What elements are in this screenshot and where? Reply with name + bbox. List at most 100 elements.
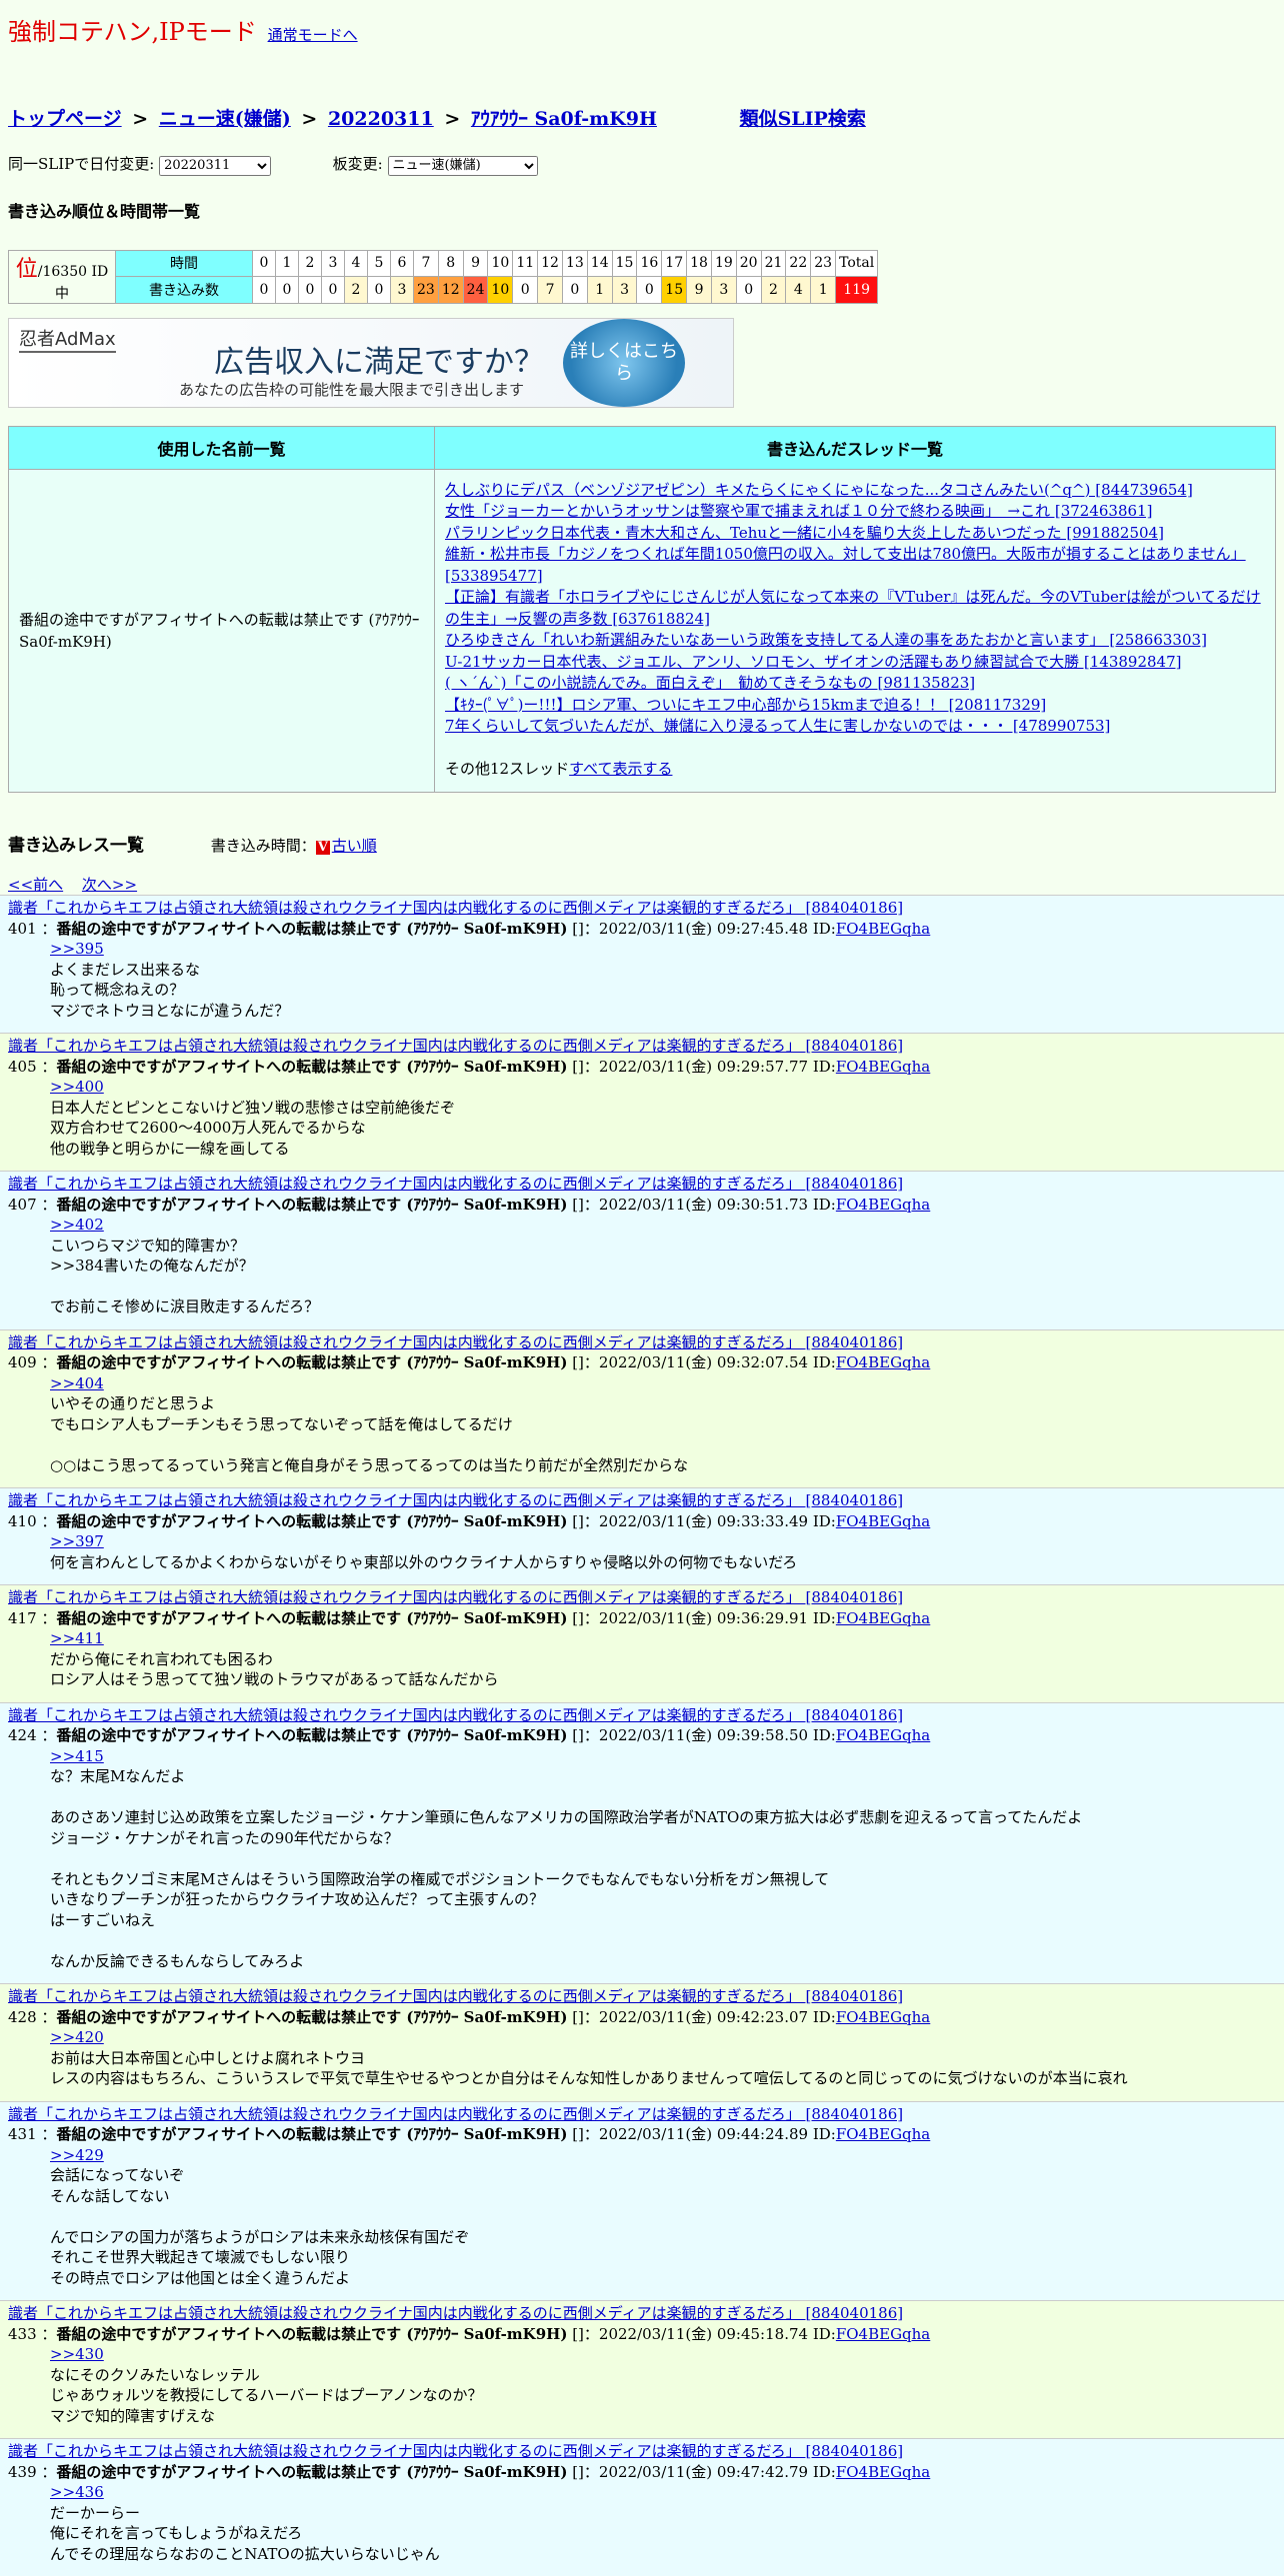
thread-link[interactable]: ( ヽ´ん`)「この小説読んでみ。面白えぞ」 勧めてきそうなもの [981135… xyxy=(445,673,1265,695)
board-select[interactable]: ニュー速(嫌儲) xyxy=(387,155,538,176)
post-line xyxy=(50,1434,1276,1455)
ranking-heading: 書き込み順位＆時間帯一覧 xyxy=(8,201,201,221)
reply-anchor-link[interactable]: >>404 xyxy=(50,1373,1276,1394)
rank-kanji: 位 xyxy=(15,256,38,282)
post-thread-link[interactable]: 識者「これからキエフは占領され大統領は殺されウクライナ国内は内戦化するのに西側メ… xyxy=(8,1706,903,1724)
hour-cell: 9 xyxy=(462,249,489,277)
thread-link[interactable]: ひろゆきさん「れいわ新選組みたいなあーいう政策を支持してる人達の事をあたおかと言… xyxy=(445,630,1265,652)
post-author: 番組の途中ですがアフィサイトへの転載は禁止です (ｱｳｱｳｳｰ Sa0f-mK9… xyxy=(56,1511,568,1530)
post-time-label: 書き込み時間： xyxy=(210,837,316,855)
post-meta: 407 ：番組の途中ですがアフィサイトへの転載は禁止です (ｱｳｱｳｳｰ Sa0… xyxy=(8,1195,931,1214)
post-thread-link[interactable]: 識者「これからキエフは占領され大統領は殺されウクライナ国内は内戦化するのに西側メ… xyxy=(8,1175,903,1193)
post-id-link[interactable]: FO4BEGqha xyxy=(836,2125,930,2143)
post-meta: 431 ：番組の途中ですがアフィサイトへの転載は禁止です (ｱｳｱｳｳｰ Sa0… xyxy=(8,2125,931,2143)
post-thread-link[interactable]: 識者「これからキエフは占領され大統領は殺されウクライナ国内は内戦化するのに西側メ… xyxy=(8,1588,903,1606)
reply-anchor-link[interactable]: >>415 xyxy=(50,1746,1276,1767)
count-cell: 3 xyxy=(611,276,638,304)
post-line: 他の戦争と明らかに一線を画してる xyxy=(50,1139,290,1158)
post-author: 番組の途中ですがアフィサイトへの転載は禁止です (ｱｳｱｳｳｰ Sa0f-mK9… xyxy=(56,919,568,938)
count-cell: 3 xyxy=(390,276,414,304)
normal-mode-link[interactable]: 通常モードへ xyxy=(268,26,358,44)
post-id-link[interactable]: FO4BEGqha xyxy=(836,2325,930,2343)
reply-anchor-link[interactable]: >>436 xyxy=(50,2482,1276,2503)
breadcrumb-board[interactable]: ニュー速(嫌儲) xyxy=(159,108,291,130)
breadcrumb-date[interactable]: 20220311 xyxy=(328,108,434,130)
post-line: それこそ世界大戦起きて壊滅でもしない限り xyxy=(50,2248,351,2266)
post-line: それともクソゴミ末尾Mさんはそういう国際政治学の権威でポジショントークでもなんで… xyxy=(50,1869,830,1888)
post-thread-link[interactable]: 識者「これからキエフは占領され大統領は殺されウクライナ国内は内戦化するのに西側メ… xyxy=(8,2105,903,2123)
post-body: >>400 日本人だとピンとこないけど独ソ戦の悲惨さは空前絶後だぞ 双方合わせて26… xyxy=(8,1077,1276,1159)
post-line: なんか反論できるもんならしてみろよ xyxy=(50,1951,305,1970)
thread-link[interactable]: U-21サッカー日本代表、ジョエル、アンリ、ソロモン、ザイオンの活躍もあり練習試… xyxy=(445,652,1265,674)
post-thread-link[interactable]: 識者「これからキエフは占領され大統領は殺されウクライナ国内は内戦化するのに西側メ… xyxy=(8,1333,903,1351)
breadcrumb-sep: > xyxy=(444,108,461,130)
post: 識者「これからキエフは占領され大統領は殺されウクライナ国内は内戦化するのに西側メ… xyxy=(0,2300,1284,2438)
ad-logo: 忍者AdMax xyxy=(19,325,116,353)
post-author: 番組の途中ですがアフィサイトへの転載は禁止です (ｱｳｱｳｳｰ Sa0f-mK9… xyxy=(56,2462,568,2481)
reply-anchor-link[interactable]: >>411 xyxy=(50,1628,1276,1649)
prev-page-link[interactable]: <<前へ xyxy=(8,876,63,894)
post-id-link[interactable]: FO4BEGqha xyxy=(836,1353,930,1371)
thread-link[interactable]: 【ｷﾀｰ(ﾟ∀ﾟ)ー!!!】ロシア軍、ついにキエフ中心部から15kmまで迫る！！… xyxy=(445,695,1265,717)
post-thread-link[interactable]: 識者「これからキエフは占領され大統領は殺されウクライナ国内は内戦化するのに西側メ… xyxy=(8,1987,903,2005)
hour-cell: 13 xyxy=(561,249,588,277)
post-body: >>397 何を言わんとしてるかよくわからないがそりゃ東部以外のウクライナ人からす… xyxy=(8,1531,1276,1572)
count-cell: 0 xyxy=(275,276,299,304)
show-all-threads-link[interactable]: すべて表示する xyxy=(569,760,672,778)
post-thread-link[interactable]: 識者「これからキエフは占領され大統領は殺されウクライナ国内は内戦化するのに西側メ… xyxy=(8,899,903,917)
next-page-link[interactable]: 次へ>> xyxy=(82,876,137,894)
post-id-link[interactable]: FO4BEGqha xyxy=(836,2463,930,2481)
ad-banner[interactable]: 忍者AdMax 広告収入に満足ですか？ あなたの広告枠の可能性を最大限まで引き出… xyxy=(8,317,734,408)
post-date: []：2022/03/11(金) 09:27:45.48 ID: xyxy=(572,919,836,938)
post-id-link[interactable]: FO4BEGqha xyxy=(836,1609,930,1627)
reply-anchor-link[interactable]: >>430 xyxy=(50,2344,1276,2365)
post-thread-link[interactable]: 識者「これからキエフは占領され大統領は殺されウクライナ国内は内戦化するのに西側メ… xyxy=(8,1491,903,1509)
page-header: 強制コテハン,IPモード 通常モードへ xyxy=(0,0,1284,52)
post-thread-link[interactable]: 識者「これからキエフは占領され大統領は殺されウクライナ国内は内戦化するのに西側メ… xyxy=(8,2442,903,2460)
thread-link[interactable]: 7年くらいして気づいたんだが、嫌儲に入り浸るって人生に害しかないのでは・・・ [… xyxy=(445,716,1265,738)
post: 識者「これからキエフは占領され大統領は殺されウクライナ国内は内戦化するのに西側メ… xyxy=(0,1171,1284,1329)
post-meta: 424 ：番組の途中ですがアフィサイトへの転載は禁止です (ｱｳｱｳｳｰ Sa0… xyxy=(8,1726,931,1744)
reply-anchor-link[interactable]: >>395 xyxy=(50,939,1276,960)
reply-anchor-link[interactable]: >>397 xyxy=(50,1531,1276,1552)
post-line: マジでネトウヨとなにが違うんだ？ xyxy=(50,1001,290,1020)
post-thread-link[interactable]: 識者「これからキエフは占領され大統領は殺されウクライナ国内は内戦化するのに西側メ… xyxy=(8,1037,903,1055)
post-id-link[interactable]: FO4BEGqha xyxy=(836,2008,930,2026)
post-thread-link[interactable]: 識者「これからキエフは占領され大統領は殺されウクライナ国内は内戦化するのに西側メ… xyxy=(8,2304,903,2322)
post-id-link[interactable]: FO4BEGqha xyxy=(836,920,930,938)
thread-link[interactable]: 維新・松井市長「カジノをつくれば年間1050億円の収入。対して支出は780億円。… xyxy=(445,544,1265,587)
thread-link[interactable]: 女性「ジョーカーとかいうオッサンは警察や軍で捕まえれば１０分で終わる映画」 →こ… xyxy=(445,501,1265,523)
post-id-link[interactable]: FO4BEGqha xyxy=(836,1726,930,1744)
post-id-link[interactable]: FO4BEGqha xyxy=(836,1512,930,1530)
date-select[interactable]: 20220311 xyxy=(159,155,272,176)
post-line: お前は大日本帝国と心中しとけよ腐れネトウヨ xyxy=(50,2048,366,2067)
thread-link[interactable]: 【正論】有識者「ホロライブやにじさんじが人気になって本来の『VTuber』は死ん… xyxy=(445,587,1265,630)
post-line: だから俺にそれ言われても困るわ xyxy=(50,1649,273,1668)
post-line: こいつらマジで知的障害か？ xyxy=(50,1236,246,1255)
ad-details-button[interactable]: 詳しくはこちら xyxy=(563,318,685,407)
reply-anchor-link[interactable]: >>402 xyxy=(50,1215,1276,1236)
hour-cell: 3 xyxy=(321,249,345,277)
count-cell: 7 xyxy=(537,276,563,304)
reply-anchor-link[interactable]: >>420 xyxy=(50,2027,1276,2048)
post-line: んでその理屈ならなおのことNATOの拡大いらないじゃん xyxy=(50,2544,440,2563)
reply-anchor-link[interactable]: >>400 xyxy=(50,1077,1276,1098)
oldest-first-link[interactable]: 古い順 xyxy=(332,837,377,855)
post-number: 431 xyxy=(8,2125,37,2143)
post: 識者「これからキエフは占領され大統領は殺されウクライナ国内は内戦化するのに西側メ… xyxy=(0,1328,1284,1487)
post-date: []：2022/03/11(金) 09:44:24.89 ID: xyxy=(572,2125,836,2143)
count-cell: 1 xyxy=(810,276,837,304)
thread-link[interactable]: 久しぶりにデパス（ベンゾジアゼピン）キメたらくにゃくにゃになった...タコさんみ… xyxy=(445,480,1265,502)
names-header: 使用した名前一覧 xyxy=(8,425,435,470)
breadcrumb-slip[interactable]: ｱｳｱｳｳｰ Sa0f-mK9H xyxy=(471,108,657,130)
breadcrumb-top[interactable]: トップページ xyxy=(8,108,122,130)
post-id-link[interactable]: FO4BEGqha xyxy=(836,1058,930,1076)
reply-anchor-link[interactable]: >>429 xyxy=(50,2145,1276,2166)
thread-link[interactable]: パラリンピック日本代表・青木大和さん、Tehuと一緒に小4を騙り大炎上したあいつ… xyxy=(445,523,1265,545)
ranking-table-wrap: 位/16350 ID中 時間 0 1 2 3 4 5 6 7 8 9 10 11 12 13 14 15 16 1… xyxy=(0,249,1284,304)
post-id-link[interactable]: FO4BEGqha xyxy=(836,1196,930,1214)
similar-slip-search-link[interactable]: 類似SLIP検索 xyxy=(740,108,866,130)
count-cell: 1 xyxy=(586,276,613,304)
post-number: 424 xyxy=(8,1726,37,1744)
hour-cell: 5 xyxy=(367,249,391,277)
